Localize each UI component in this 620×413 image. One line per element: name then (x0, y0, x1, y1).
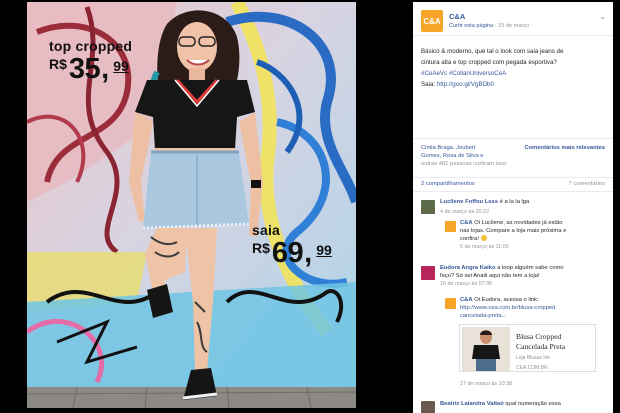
post-text-line: Básico & moderno, que tal o look com sai… (421, 48, 564, 55)
comment-text: a loop alguém sabe como (497, 265, 564, 271)
reaction-names-line[interactable]: Gomes, Rosa de Silva e (421, 152, 511, 160)
price-separator: , (304, 237, 313, 269)
link-title[interactable]: Blusa Cropped Cancelada Preta (516, 332, 565, 352)
price-integer: 69 (271, 237, 304, 269)
globe-icon: · (530, 23, 533, 29)
price-decimal: 99 (113, 58, 129, 74)
comment-time[interactable]: 5 de março às 11:00 (460, 243, 610, 251)
avatar[interactable] (445, 221, 456, 232)
comment-text: nas lojas. Compare a loja mais próxima e (460, 228, 567, 234)
shares-count[interactable]: 2 compartilhamentos (421, 181, 475, 187)
avatar[interactable] (421, 200, 435, 214)
post-photo[interactable]: top cropped R$ 35 , 99 saia R$ 69 , 99 (27, 2, 356, 408)
product-image (462, 327, 510, 371)
link-thumbnail[interactable] (462, 327, 510, 371)
post-header: C&A C&A Curtir esta página · 15 de março… (413, 2, 613, 36)
post-text-line: cintura alta e top cropped com pegada es… (421, 59, 557, 66)
price-tag-top-cropped: top cropped R$ 35 , 99 (49, 38, 132, 84)
comment-author[interactable]: Eudora Angra Kaiko (440, 265, 496, 271)
link-title-line[interactable]: Blusa Cropped (516, 332, 565, 342)
price-tag-saia: saia R$ 69 , 99 (252, 222, 332, 268)
price-integer: 35 (68, 53, 101, 85)
post-hashtags[interactable]: #CeAeVc #CollanUniversoCeA (421, 68, 605, 79)
reaction-names-line[interactable]: Cintia Braga, Joubert (421, 144, 511, 152)
price-currency: R$ (49, 56, 67, 72)
comment-time[interactable]: 16 de março às 07:36 (440, 280, 608, 288)
comment-author[interactable]: C&A (460, 297, 473, 303)
reaction-names[interactable]: Cintia Braga, Joubert Gomes, Rosa de Sil… (421, 144, 511, 160)
avatar[interactable] (421, 401, 435, 413)
page-name-link[interactable]: C&A (449, 12, 465, 21)
comments-count[interactable]: 7 comentários (569, 181, 605, 187)
like-page-link[interactable]: Curtir esta página (449, 23, 493, 29)
link-preview-card[interactable]: Blusa Cropped Cancelada Preta Loja Blusa… (459, 324, 596, 372)
counts-row: 2 compartilhamentos 7 comentários (413, 179, 613, 192)
comment-text: qual numeração essa (505, 401, 561, 407)
comment-text: é a la la lga (499, 199, 530, 205)
comment-sort-dropdown[interactable]: Comentários mais relevantes (524, 144, 605, 152)
comment-text: Oi Lucilene, as novidades já estão (474, 220, 563, 226)
avatar[interactable] (421, 266, 435, 280)
post-date[interactable]: 15 de março (498, 23, 529, 29)
link-prefix: Saia: (421, 81, 437, 88)
reactions-bar: Cintia Braga, Joubert Gomes, Rosa de Sil… (413, 138, 613, 178)
price-currency: R$ (252, 240, 270, 256)
price-separator: , (101, 53, 110, 85)
post-meta: Curtir esta página · 15 de março · (449, 23, 533, 29)
comment-author[interactable]: Lucilene Foffou Lsss (440, 199, 498, 205)
comment-time[interactable]: 17 de março às 10:38 (460, 380, 512, 388)
chevron-down-icon[interactable]: ⌄ (599, 12, 606, 21)
comment-author[interactable]: C&A (460, 220, 473, 226)
price-decimal: 99 (316, 242, 332, 258)
link-subtitle: Loja Blusas Ink (516, 355, 550, 361)
smile-emoji-icon (480, 235, 487, 242)
lightbox: top cropped R$ 35 , 99 saia R$ 69 , 99 C… (0, 0, 620, 413)
reaction-others[interactable]: outras 481 pessoas curtiram isso. (421, 160, 605, 168)
price-tag-label: saia (252, 222, 281, 238)
page-avatar[interactable]: C&A (421, 10, 443, 32)
avatar[interactable] (445, 298, 456, 309)
comment-text: faço? Só sei Anaili aqui não tem a loja! (440, 273, 540, 279)
comment-link[interactable]: cancelada-preta... (460, 312, 610, 320)
comment-text: confira! (460, 236, 480, 242)
post-link[interactable]: http://goo.gl/VgBDb0 (437, 81, 494, 88)
link-title-line[interactable]: Cancelada Preta (516, 342, 565, 352)
comment-text: Oi Eudora, acessa o link: (474, 297, 539, 303)
comment-link[interactable]: http://www.cea.com.br/blusa-cropped (460, 304, 610, 312)
comment-time[interactable]: 4 de março às 20:22 (440, 208, 489, 216)
comment-author[interactable]: Beatriz Lalandra Valtaó (440, 401, 504, 407)
link-domain: CEA.COM.BR (516, 365, 548, 371)
price-tag-label: top cropped (49, 38, 133, 54)
post-body: Básico & moderno, que tal o look com sai… (413, 36, 613, 90)
